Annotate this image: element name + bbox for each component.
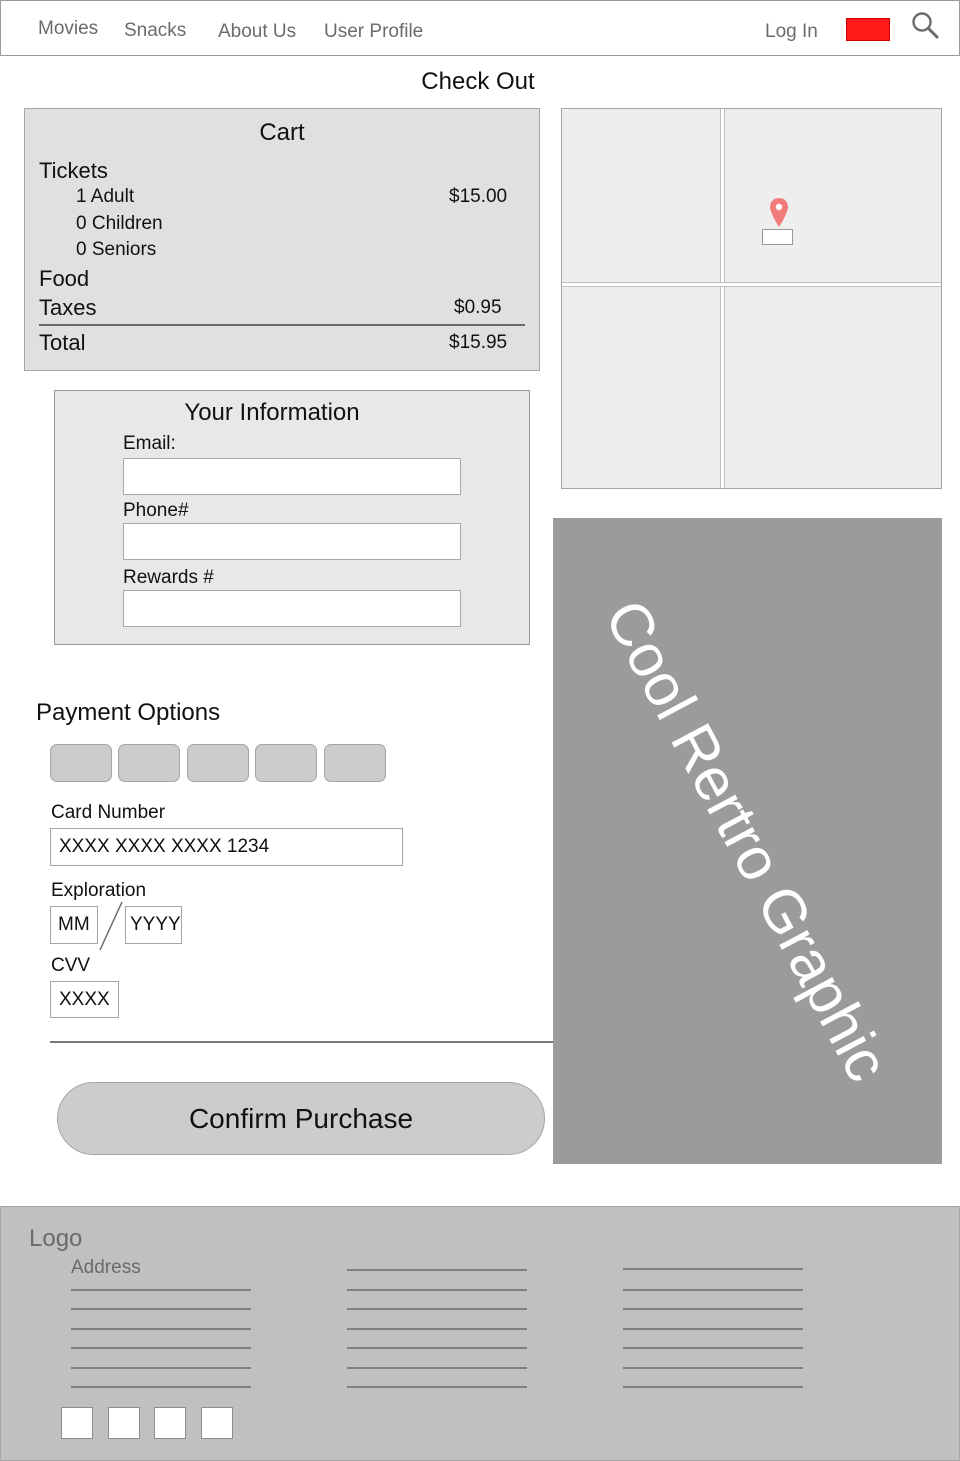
footer: Logo Address bbox=[0, 1206, 960, 1461]
expiration-label: Exploration bbox=[51, 880, 147, 901]
footer-link-line[interactable] bbox=[347, 1308, 527, 1310]
cart-food-label: Food bbox=[39, 266, 90, 291]
map[interactable] bbox=[561, 108, 942, 489]
footer-link-line[interactable] bbox=[623, 1386, 803, 1388]
footer-link-line[interactable] bbox=[347, 1386, 527, 1388]
cart-taxes-value: $0.95 bbox=[454, 297, 502, 318]
footer-link-line[interactable] bbox=[347, 1367, 527, 1369]
nav-movies[interactable]: Movies bbox=[38, 18, 98, 40]
footer-link-line[interactable] bbox=[623, 1367, 803, 1369]
map-road-horizontal bbox=[562, 282, 941, 287]
footer-link-line[interactable] bbox=[71, 1347, 251, 1349]
footer-link-line[interactable] bbox=[71, 1308, 251, 1310]
card-number-field[interactable]: XXXX XXXX XXXX 1234 bbox=[50, 828, 403, 866]
top-nav: Movies Snacks About Us User Profile Log … bbox=[0, 0, 960, 56]
footer-address: Address bbox=[71, 1257, 141, 1278]
card-number-label: Card Number bbox=[51, 802, 166, 823]
map-pin-icon[interactable] bbox=[768, 197, 790, 229]
footer-link-line[interactable] bbox=[623, 1308, 803, 1310]
payment-divider bbox=[50, 1041, 554, 1043]
email-label: Email: bbox=[123, 433, 176, 454]
cart-total-value: $15.95 bbox=[449, 332, 508, 353]
footer-link-line[interactable] bbox=[347, 1289, 527, 1291]
cvv-label: CVV bbox=[51, 955, 91, 976]
cart-panel: Cart Tickets 1 Adult $15.00 0 Children 0… bbox=[24, 108, 540, 371]
footer-link-line[interactable] bbox=[623, 1347, 803, 1349]
cart-total-label: Total bbox=[39, 330, 86, 355]
map-pin-label bbox=[762, 229, 793, 245]
cart-seniors-label: 0 Seniors bbox=[76, 239, 157, 260]
map-road-vertical bbox=[720, 109, 725, 488]
footer-link-line[interactable] bbox=[623, 1328, 803, 1330]
page-title: Check Out bbox=[421, 68, 535, 95]
graphic-caption: Cool Rertro Graphic bbox=[592, 589, 902, 1092]
confirm-purchase-button[interactable]: Confirm Purchase bbox=[57, 1082, 545, 1155]
footer-link-line[interactable] bbox=[71, 1289, 251, 1291]
footer-logo[interactable]: Logo bbox=[29, 1225, 82, 1253]
payment-option-3[interactable] bbox=[187, 744, 249, 782]
footer-link-line[interactable] bbox=[71, 1386, 251, 1388]
payment-title: Payment Options bbox=[36, 699, 221, 726]
cart-taxes-label: Taxes bbox=[39, 295, 97, 320]
footer-link-line[interactable] bbox=[347, 1328, 527, 1330]
cart-children-label: 0 Children bbox=[76, 213, 163, 234]
expiration-month-field[interactable]: MM bbox=[50, 906, 98, 944]
footer-link-line[interactable] bbox=[71, 1367, 251, 1369]
social-icon[interactable] bbox=[61, 1407, 93, 1439]
cart-title: Cart bbox=[259, 119, 305, 146]
info-title: Your Information bbox=[184, 399, 360, 426]
payment-option-5[interactable] bbox=[324, 744, 386, 782]
cart-adult-label: 1 Adult bbox=[76, 186, 135, 207]
rewards-label: Rewards # bbox=[123, 567, 214, 588]
social-icon[interactable] bbox=[154, 1407, 186, 1439]
info-panel: Your Information Email: Phone# Rewards # bbox=[54, 390, 530, 645]
payment-option-1[interactable] bbox=[50, 744, 112, 782]
search-icon[interactable] bbox=[910, 10, 940, 40]
footer-link-line[interactable] bbox=[347, 1269, 527, 1271]
date-separator-icon bbox=[99, 901, 123, 951]
expiration-year-field[interactable]: YYYY bbox=[125, 906, 182, 944]
cart-adult-price: $15.00 bbox=[449, 186, 508, 207]
social-icon[interactable] bbox=[108, 1407, 140, 1439]
footer-link-line[interactable] bbox=[623, 1289, 803, 1291]
login-link[interactable]: Log In bbox=[765, 21, 818, 43]
social-icon[interactable] bbox=[201, 1407, 233, 1439]
cvv-field[interactable]: XXXX bbox=[50, 981, 119, 1018]
cart-divider bbox=[39, 324, 525, 326]
footer-link-line[interactable] bbox=[623, 1268, 803, 1270]
cart-tickets-label: Tickets bbox=[39, 158, 108, 183]
phone-label: Phone# bbox=[123, 500, 189, 521]
flag-icon[interactable] bbox=[846, 18, 890, 41]
retro-graphic: Cool Rertro Graphic bbox=[553, 518, 942, 1164]
nav-snacks[interactable]: Snacks bbox=[124, 20, 186, 42]
rewards-field[interactable] bbox=[123, 590, 461, 627]
payment-option-4[interactable] bbox=[255, 744, 317, 782]
email-field[interactable] bbox=[123, 458, 461, 495]
nav-about-us[interactable]: About Us bbox=[218, 21, 296, 43]
phone-field[interactable] bbox=[123, 523, 461, 560]
nav-user-profile[interactable]: User Profile bbox=[324, 21, 423, 43]
footer-link-line[interactable] bbox=[347, 1347, 527, 1349]
payment-option-2[interactable] bbox=[118, 744, 180, 782]
footer-link-line[interactable] bbox=[71, 1328, 251, 1330]
